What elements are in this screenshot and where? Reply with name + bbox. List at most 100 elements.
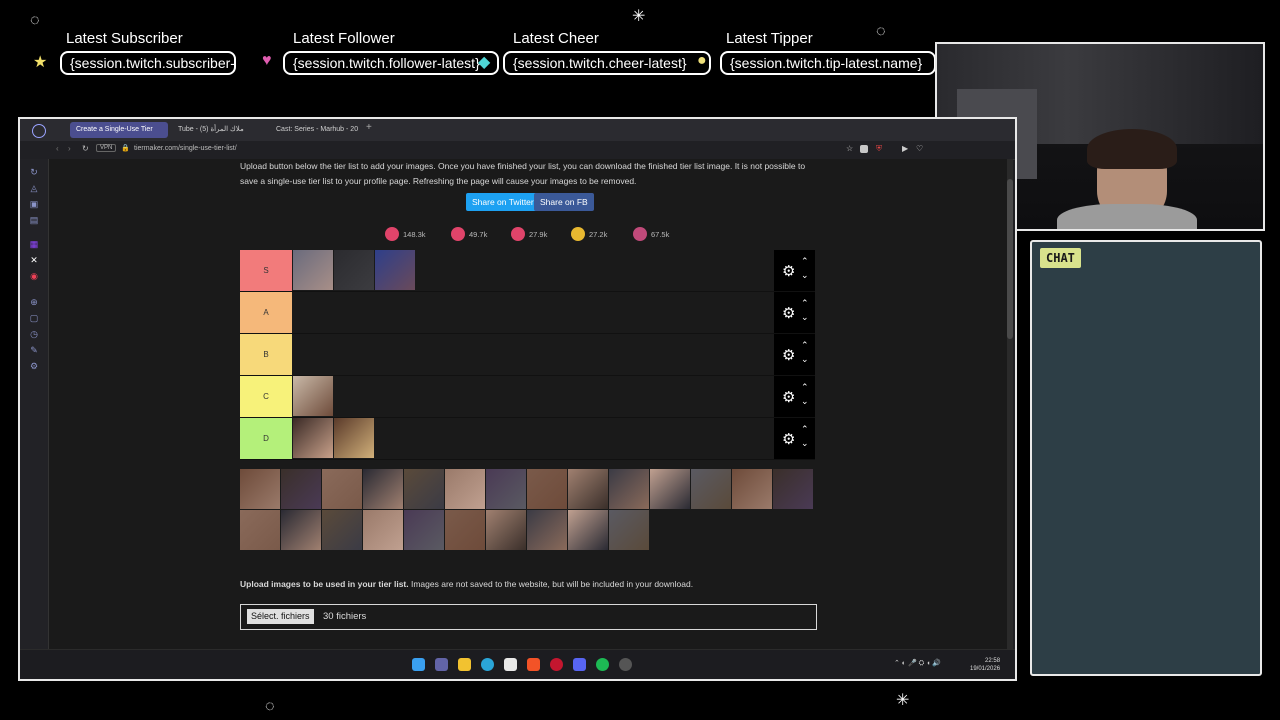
pool-image[interactable] [363,469,403,509]
x-icon[interactable]: ✕ [29,255,39,265]
store-icon[interactable] [504,658,517,671]
system-clock[interactable]: 22:58 19/01/2026 [970,657,1000,673]
pool-image[interactable] [240,510,280,550]
twitch-icon[interactable]: ▦ [29,239,39,249]
pool-image[interactable] [732,469,772,509]
reaction-hands[interactable]: 27.2k [571,227,607,241]
tier-label-b[interactable]: B [240,334,292,375]
tier-image[interactable] [293,250,333,290]
tier-image[interactable] [293,418,333,458]
tier-label-d[interactable]: D [240,418,292,459]
pool-image[interactable] [527,510,567,550]
pool-image[interactable] [281,510,321,550]
chevron-up-icon[interactable]: ⌃ [801,424,809,435]
obs-icon[interactable] [619,658,632,671]
pool-image[interactable] [445,510,485,550]
pool-image[interactable] [527,469,567,509]
spotify-icon[interactable] [596,658,609,671]
tier-image[interactable] [334,418,374,458]
pool-image[interactable] [609,510,649,550]
opera-icon[interactable] [550,658,563,671]
folder-icon[interactable] [458,658,471,671]
back-icon[interactable]: ‹ [56,144,59,153]
settings-icon[interactable]: ⚙ [29,361,39,371]
edge-icon[interactable] [481,658,494,671]
tier-image[interactable] [334,250,374,290]
reaction-count: 67.5k [651,229,670,239]
shield-icon[interactable]: ⛨ [876,144,882,154]
chevron-up-icon[interactable]: ⌃ [801,256,809,267]
pool-image[interactable] [404,469,444,509]
reaction-angry[interactable]: 49.7k [451,227,487,241]
url-field[interactable]: tiermaker.com/single-use-tier-list/ [134,145,237,152]
reaction-grin[interactable]: 27.9k [511,227,547,241]
chevron-up-icon[interactable]: ⌃ [801,382,809,393]
heart-icon[interactable]: ♡ [916,144,923,153]
tab-youtube[interactable]: Tube - ملاك المرأة (5) [172,122,270,138]
forward-icon[interactable]: › [68,144,71,153]
media-icon[interactable]: ▤ [29,215,39,225]
new-tab-icon[interactable]: + [366,122,372,133]
teams-icon[interactable] [435,658,448,671]
brave-icon[interactable] [527,658,540,671]
pool-image[interactable] [322,510,362,550]
clock-icon[interactable]: ◷ [29,329,39,339]
pool-image[interactable] [568,510,608,550]
pool-image[interactable] [363,510,403,550]
pool-image[interactable] [691,469,731,509]
wallet-icon[interactable]: ▣ [29,199,39,209]
share-twitter-button[interactable]: Share on Twitter [466,193,540,211]
windows-start-icon[interactable] [412,658,425,671]
gear-icon[interactable]: ⚙ [782,262,795,280]
discord-icon[interactable] [573,658,586,671]
chevron-down-icon[interactable]: ⌄ [801,270,809,281]
tier-image[interactable] [375,250,415,290]
pool-image[interactable] [322,469,362,509]
tab-tiermaker[interactable]: Create a Single-Use Tier [70,122,168,138]
pool-image[interactable] [404,510,444,550]
tier-label-c[interactable]: C [240,376,292,417]
chevron-down-icon[interactable]: ⌄ [801,396,809,407]
reaction-laugh[interactable]: 148.3k [385,227,426,241]
share-fb-button[interactable]: Share on FB [534,193,594,211]
scrollbar-thumb[interactable] [1007,179,1013,339]
history-icon[interactable]: ↻ [29,167,39,177]
reload-icon[interactable]: ↻ [82,144,89,153]
choose-files-button[interactable]: Sélect. fichiers [247,609,314,624]
bookmark-icon[interactable]: ☆ [846,144,853,153]
tray-icons[interactable]: ⌃ ◐ 🎤 ⛭ ◖ 🔊 [894,659,941,668]
bell-icon[interactable]: ◬ [29,183,39,193]
reaction-poop[interactable]: 67.5k [633,227,669,241]
tier-image[interactable] [293,376,333,416]
pool-image[interactable] [773,469,813,509]
pool-image[interactable] [445,469,485,509]
chevron-down-icon[interactable]: ⌄ [801,312,809,323]
gear-icon[interactable]: ⚙ [782,430,795,448]
extensions-icon[interactable]: ✎ [29,345,39,355]
pool-image[interactable] [486,469,526,509]
pool-image[interactable] [568,469,608,509]
pool-image[interactable] [486,510,526,550]
chevron-down-icon[interactable]: ⌄ [801,438,809,449]
pool-image[interactable] [650,469,690,509]
tier-label-s[interactable]: S [240,250,292,291]
gear-icon[interactable]: ⚙ [782,304,795,322]
vpn-badge[interactable]: VPN [96,144,117,152]
extension-icon[interactable] [860,145,868,153]
add-icon[interactable]: ⊕ [29,297,39,307]
pool-image[interactable] [240,469,280,509]
chevron-down-icon[interactable]: ⌄ [801,354,809,365]
gear-icon[interactable]: ⚙ [782,346,795,364]
gear-icon[interactable]: ⚙ [782,388,795,406]
chevron-up-icon[interactable]: ⌃ [801,340,809,351]
pool-image[interactable] [609,469,649,509]
play-icon[interactable]: ▶ [902,144,908,153]
tier-label-a[interactable]: A [240,292,292,333]
chevron-up-icon[interactable]: ⌃ [801,298,809,309]
pool-image[interactable] [281,469,321,509]
webcam-hair [1087,129,1177,169]
tab-series[interactable]: Cast: Series - Marhub - 20 [270,122,368,138]
file-input[interactable]: Sélect. fichiers 30 fichiers [240,604,817,630]
pocket-icon[interactable]: ◉ [29,271,39,281]
bookmarks-icon[interactable]: ▢ [29,313,39,323]
